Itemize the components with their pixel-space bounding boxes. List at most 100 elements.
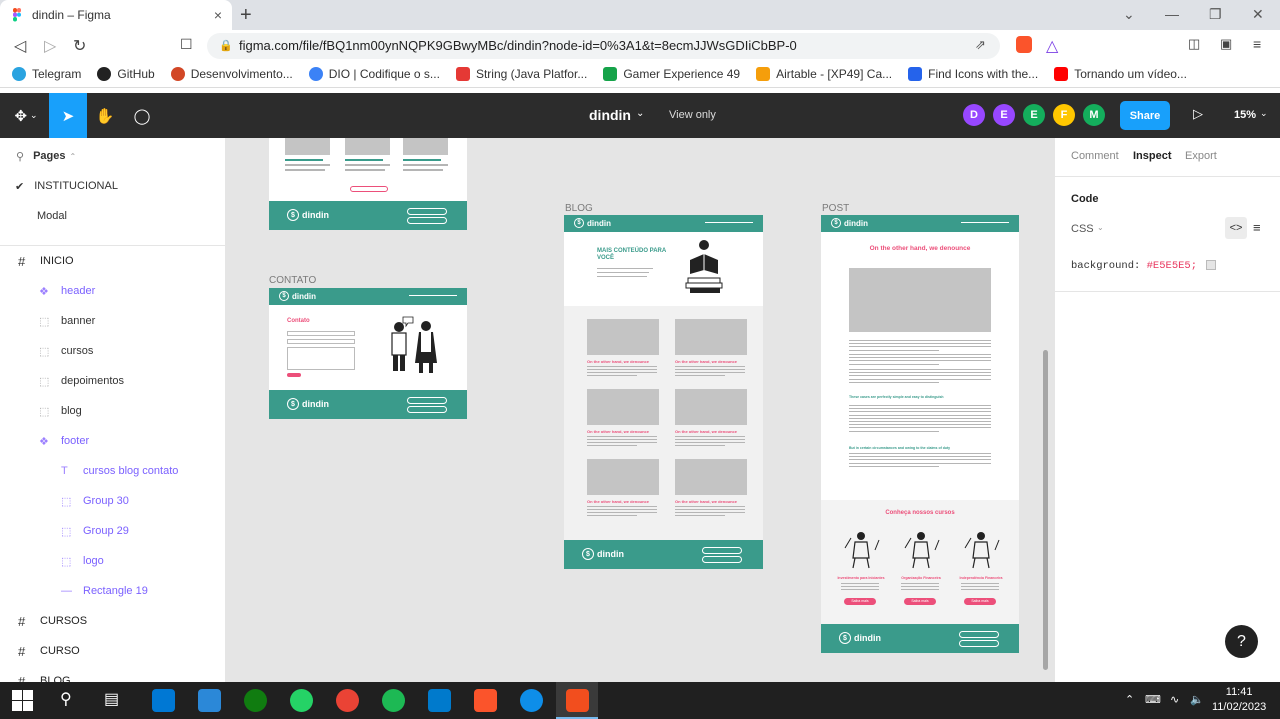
tab-inspect[interactable]: Inspect [1133, 150, 1172, 162]
comment-tool-button[interactable]: ◯ [123, 93, 161, 138]
teamviewer-icon[interactable] [520, 689, 543, 712]
layer-item-rectangle-19[interactable]: — Rectangle 19 [0, 576, 225, 606]
tab-close-icon[interactable]: × [214, 7, 222, 23]
frame-label-post[interactable]: POST [822, 203, 849, 214]
wallet-icon[interactable]: ▣ [1220, 36, 1232, 52]
blog-card-text [587, 515, 637, 516]
menu-icon[interactable]: ≡ [1253, 36, 1261, 52]
bookmark-desenvolvimento[interactable]: Desenvolvimento... [170, 67, 293, 81]
avatar[interactable]: M [1083, 104, 1105, 126]
layer-item-blog[interactable]: ⬚ blog [0, 396, 225, 426]
pages-header[interactable]: ⚲ Pages ⌃ [0, 141, 225, 171]
chevron-down-icon[interactable]: ⌄ [636, 108, 644, 119]
minimize-icon[interactable]: — [1165, 6, 1179, 22]
volume-icon[interactable]: 🔈 [1190, 693, 1204, 706]
share-page-icon[interactable]: ⇗ [975, 37, 986, 53]
frame-label-contato[interactable]: CONTATO [269, 275, 316, 286]
back-icon[interactable]: ◁ [14, 36, 26, 56]
bookmark-gamer-experience[interactable]: Gamer Experience 49 [603, 67, 740, 81]
design-canvas[interactable]: $ dindin CONTATO $ dindin Contato $ dind… [226, 138, 1054, 682]
frame-contato[interactable]: $ dindin Contato $ dindin [269, 288, 467, 419]
bookmark-dio[interactable]: DIO | Codifique o s... [308, 67, 440, 81]
footer-pill [407, 397, 447, 404]
present-play-icon[interactable]: ▷ [1193, 106, 1203, 122]
store-icon[interactable] [198, 689, 221, 712]
browser-tab[interactable]: dindin – Figma × [0, 0, 232, 30]
avatar[interactable]: E [1023, 104, 1045, 126]
move-tool-button[interactable]: ➤ [49, 93, 87, 138]
language-select[interactable]: CSS [1071, 223, 1094, 235]
document-title[interactable]: dindin [589, 107, 631, 123]
search-icon[interactable]: ⚲ [60, 689, 83, 712]
layer-item-inicio[interactable]: # INICIO [0, 246, 225, 276]
layer-item-footer[interactable]: ❖ footer [0, 426, 225, 456]
layer-item-group-29[interactable]: ⬚ Group 29 [0, 516, 225, 546]
canvas-scrollbar[interactable] [1043, 350, 1048, 670]
figma-taskbar-button[interactable] [556, 682, 598, 719]
frame-inicio-partial[interactable]: $ dindin [269, 138, 467, 230]
layer-item-group-30[interactable]: ⬚ Group 30 [0, 486, 225, 516]
bookmark-airtable[interactable]: Airtable - [XP49] Ca... [756, 67, 892, 81]
tab-search-icon[interactable]: ⌄ [1123, 6, 1135, 23]
layer-item-curso[interactable]: # CURSO [0, 636, 225, 666]
bookmark-github[interactable]: GitHub [97, 67, 155, 81]
search-icon[interactable]: ⚲ [16, 150, 24, 163]
wifi-icon[interactable]: ∿ [1170, 693, 1179, 706]
system-clock[interactable]: 11:41 11/02/2023 [1212, 685, 1266, 715]
page-item-modal[interactable]: Modal [0, 201, 225, 231]
zoom-level[interactable]: 15% [1234, 109, 1256, 121]
frame-post[interactable]: $ dindin On the other hand, we denounce T… [821, 215, 1019, 653]
brave-shield-icon[interactable] [1016, 36, 1032, 53]
chevron-up-icon[interactable]: ⌃ [69, 152, 76, 161]
bookmark-youtube[interactable]: Tornando um vídeo... [1054, 67, 1187, 81]
frame-blog[interactable]: $ dindin MAIS CONTEÚDO PARA VOCÊ On the o… [564, 215, 763, 569]
frame-label-blog[interactable]: BLOG [565, 203, 593, 214]
chevron-down-icon[interactable]: ⌄ [1260, 108, 1268, 119]
new-tab-button[interactable]: + [240, 4, 252, 27]
bookmark-string-java[interactable]: String (Java Platfor... [455, 67, 587, 81]
reload-icon[interactable]: ↻ [73, 36, 86, 56]
main-menu-button[interactable]: ✥ ⌄ [8, 93, 44, 138]
xbox-icon[interactable] [244, 689, 267, 712]
avatar[interactable]: E [993, 104, 1015, 126]
help-button[interactable]: ? [1225, 625, 1258, 658]
forward-icon[interactable]: ▷ [44, 36, 56, 56]
tab-export[interactable]: Export [1185, 150, 1217, 162]
tab-comment[interactable]: Comment [1071, 150, 1119, 162]
brave-icon[interactable] [474, 689, 497, 712]
layer-item-blog[interactable]: # BLOG [0, 666, 225, 683]
list-view-icon[interactable]: ≡ [1253, 220, 1261, 235]
restore-icon[interactable]: ❐ [1209, 6, 1222, 23]
layer-item-cursos[interactable]: # CURSOS [0, 606, 225, 636]
code-view-icon[interactable]: <> [1225, 217, 1247, 239]
bookmark-telegram[interactable]: Telegram [12, 67, 81, 81]
window-close-icon[interactable]: ✕ [1252, 6, 1264, 23]
page-item-institucional[interactable]: ✔ INSTITUCIONAL [0, 171, 225, 201]
vscode-icon[interactable] [428, 689, 451, 712]
windows-start-icon[interactable] [11, 689, 34, 712]
share-button[interactable]: Share [1120, 101, 1170, 130]
brave-rewards-icon[interactable]: △ [1046, 36, 1058, 56]
url-field[interactable]: 🔒 figma.com/file/fBQ1nm00ynNQPK9GBwyMBc/… [207, 33, 1000, 59]
layer-item-cursos-blog-contato[interactable]: Tcursos blog contato [0, 456, 225, 486]
sidebar-icon[interactable]: ◫ [1188, 36, 1200, 52]
layer-item-header[interactable]: ❖ header [0, 276, 225, 306]
whatsapp-icon[interactable] [290, 689, 313, 712]
bookmark-find-icons[interactable]: Find Icons with the... [908, 67, 1038, 81]
layer-item-depoimentos[interactable]: ⬚ depoimentos [0, 366, 225, 396]
chevron-up-icon[interactable]: ⌃ [1125, 693, 1134, 706]
hand-tool-button[interactable]: ✋ [86, 93, 124, 138]
layer-item-banner[interactable]: ⬚ banner [0, 306, 225, 336]
avatar[interactable]: F [1053, 104, 1075, 126]
bookmark-icon[interactable]: ☐ [180, 36, 193, 53]
mail-icon[interactable] [152, 689, 175, 712]
css-code-line[interactable]: background: #E5E5E5; [1071, 260, 1217, 272]
chrome-icon[interactable] [336, 689, 359, 712]
layer-item-cursos[interactable]: ⬚ cursos [0, 336, 225, 366]
layer-item-logo[interactable]: ⬚ logo [0, 546, 225, 576]
spotify-icon[interactable] [382, 689, 405, 712]
chevron-down-icon[interactable]: ⌄ [1097, 223, 1104, 232]
avatar[interactable]: D [963, 104, 985, 126]
keyboard-icon[interactable]: ⌨ [1145, 693, 1161, 706]
task-view-icon[interactable]: ▤ [104, 689, 127, 712]
